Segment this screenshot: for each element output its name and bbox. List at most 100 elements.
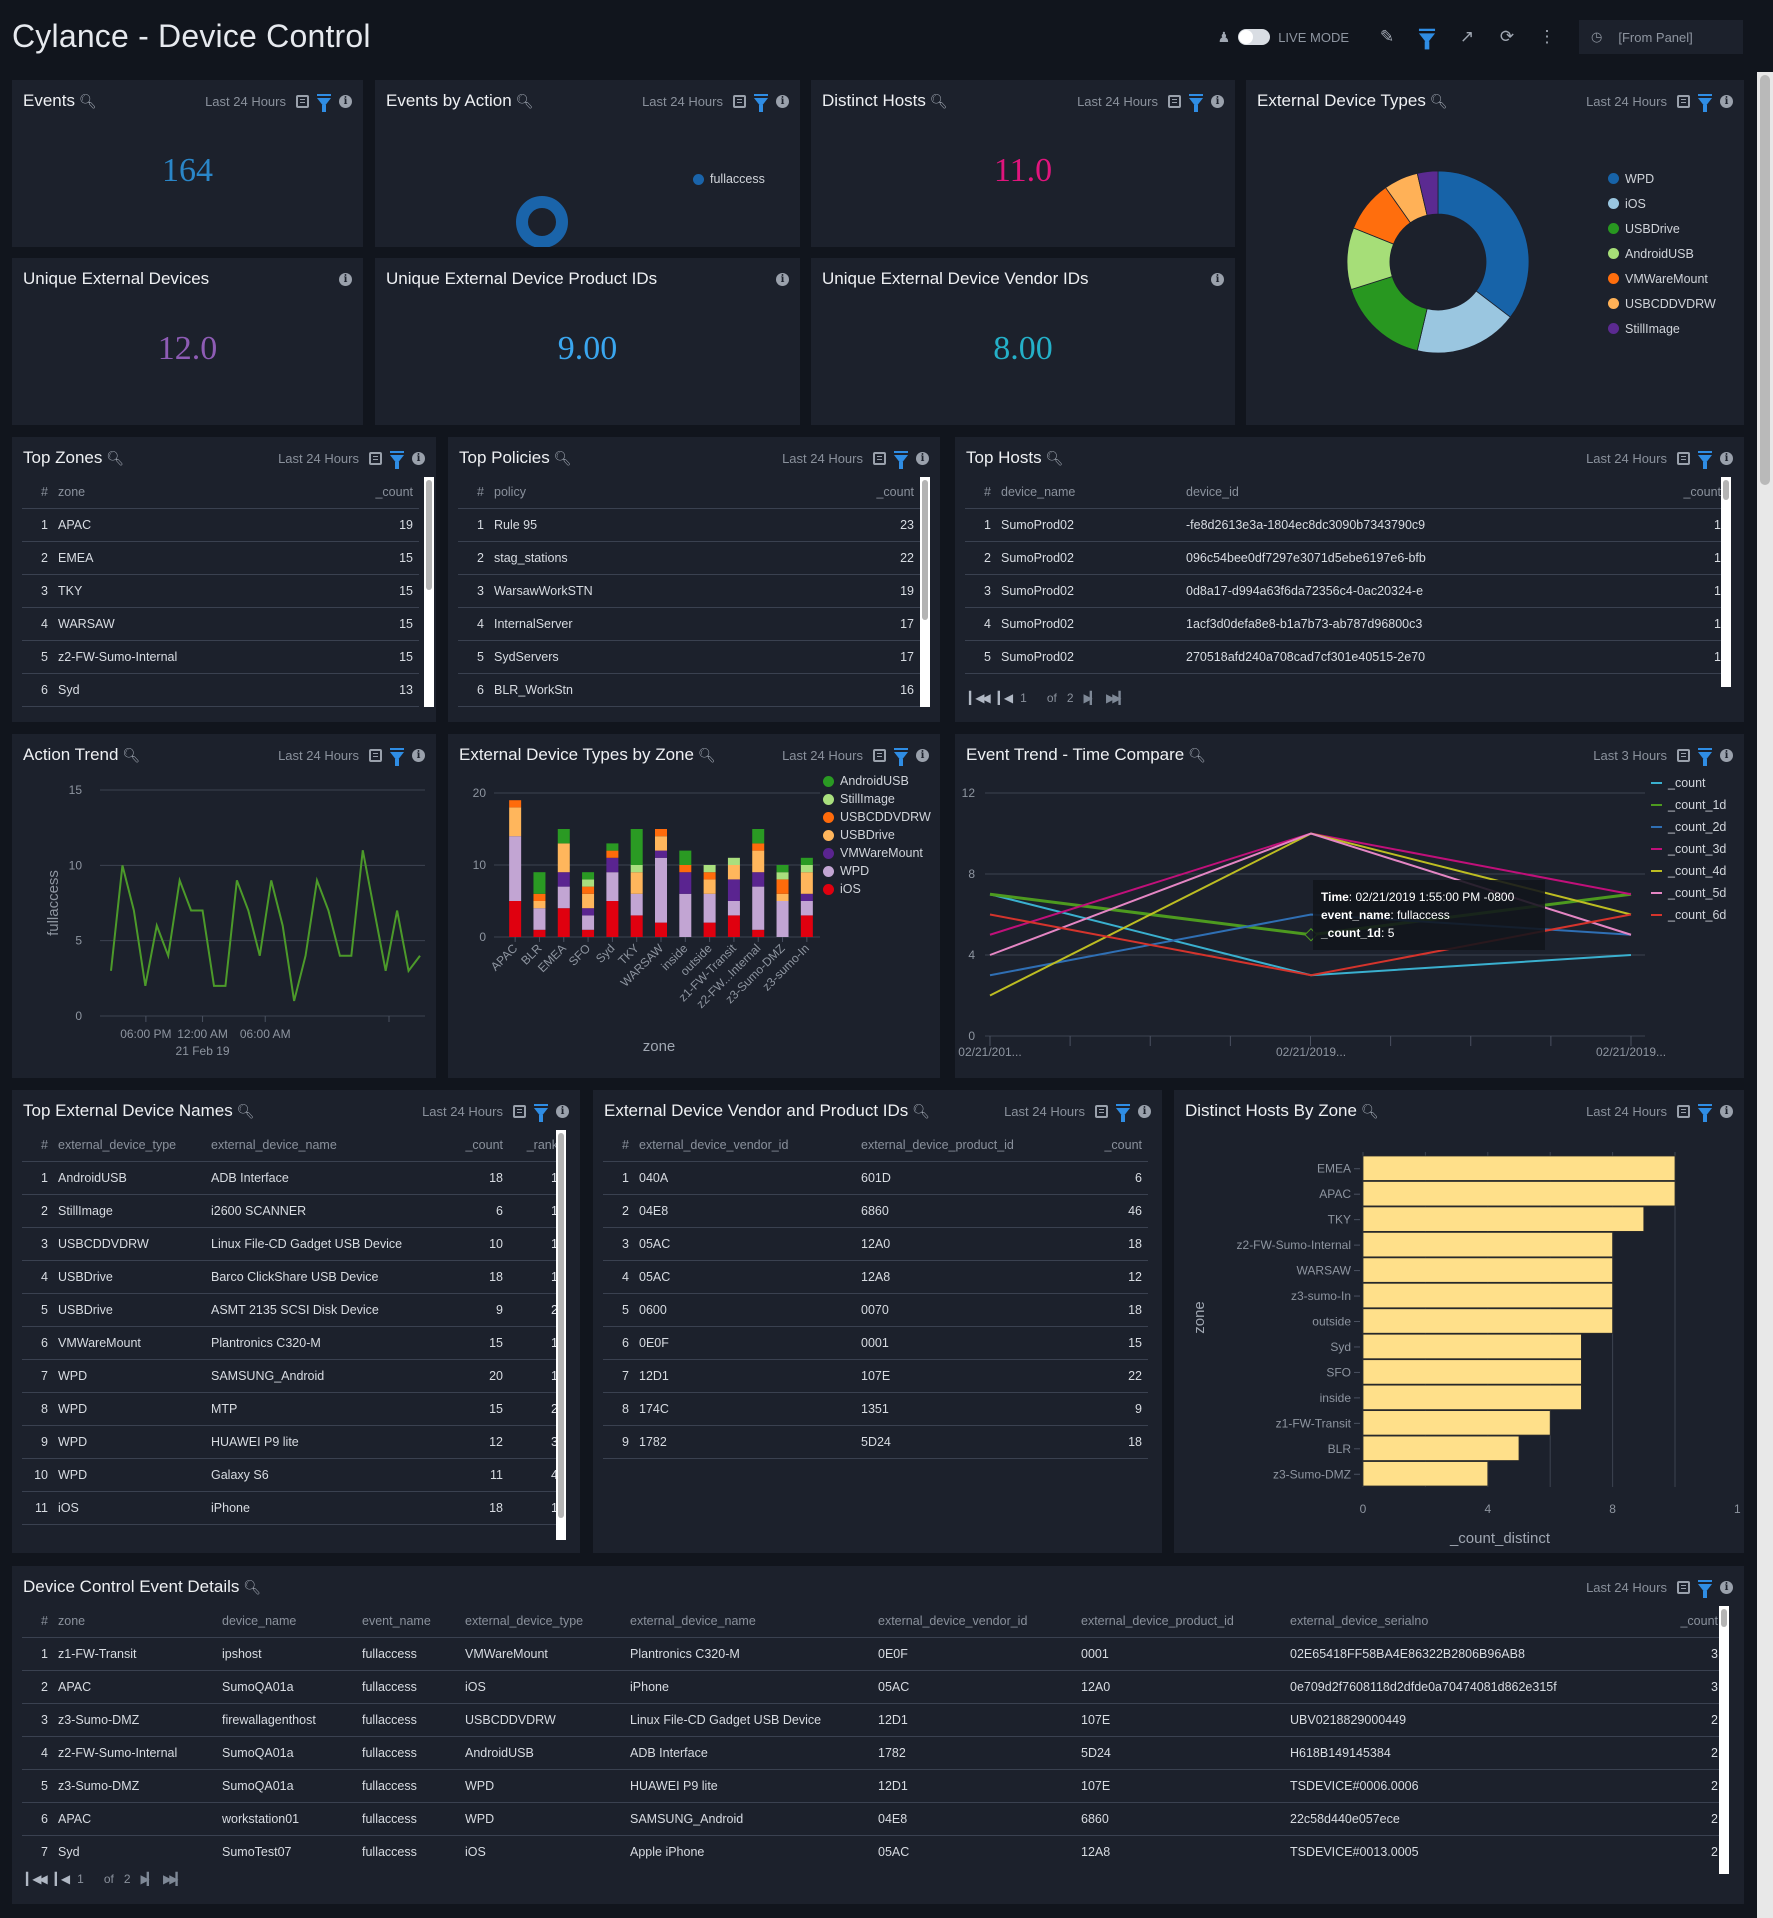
- table-row[interactable]: 1 AndroidUSB ADB Interface 18 1: [22, 1161, 564, 1195]
- edit-pencil-icon[interactable]: ✎: [1367, 20, 1407, 54]
- bar[interactable]: [1362, 1231, 1614, 1258]
- column-header[interactable]: external_device_name: [624, 1606, 872, 1638]
- bar-segment[interactable]: [606, 857, 619, 873]
- table-scrollbar-thumb[interactable]: [922, 480, 928, 620]
- bar-segment[interactable]: [655, 850, 667, 858]
- table-row[interactable]: 1 APAC 19: [22, 508, 419, 542]
- table-row[interactable]: 8 174C 1351 9: [603, 1392, 1148, 1426]
- table-row[interactable]: 5 SydServers 17: [458, 640, 920, 674]
- copy-icon[interactable]: [1677, 1580, 1690, 1594]
- filter-icon[interactable]: [317, 94, 331, 112]
- filter-icon[interactable]: [1698, 451, 1712, 469]
- column-header[interactable]: policy: [488, 477, 787, 509]
- table-scrollbar[interactable]: [1719, 1606, 1729, 1874]
- column-header[interactable]: _count: [1667, 477, 1727, 509]
- data-point[interactable]: [407, 969, 411, 973]
- column-header[interactable]: device_name: [216, 1606, 356, 1638]
- column-header[interactable]: zone: [52, 477, 319, 509]
- legend-item[interactable]: _count_3d: [1651, 838, 1726, 860]
- bar-segment[interactable]: [582, 915, 595, 930]
- search-zoom-icon[interactable]: 🔍︎: [237, 1103, 255, 1120]
- data-point[interactable]: [212, 984, 216, 988]
- legend-item[interactable]: _count: [1651, 772, 1726, 794]
- copy-icon[interactable]: [1168, 94, 1181, 108]
- live-mode-toggle[interactable]: [1238, 29, 1271, 45]
- legend-item[interactable]: USBCDDVDRW: [823, 808, 931, 826]
- bar-segment[interactable]: [606, 901, 619, 937]
- search-zoom-icon[interactable]: 🔍︎: [243, 1579, 261, 1596]
- data-point[interactable]: [120, 863, 124, 867]
- data-point[interactable]: [304, 954, 308, 958]
- column-header[interactable]: external_device_product_id: [1075, 1606, 1284, 1638]
- data-point[interactable]: [258, 954, 262, 958]
- bar[interactable]: [1362, 1333, 1582, 1360]
- bar-segment[interactable]: [776, 872, 789, 880]
- bar-segment[interactable]: [776, 901, 789, 937]
- more-options-icon[interactable]: ⋮: [1527, 20, 1567, 54]
- info-icon[interactable]: i: [1138, 1104, 1151, 1118]
- table-row[interactable]: 7 Syd SumoTest07 fullaccess iOS Apple iPhone 0…: [22, 1835, 1724, 1868]
- column-header[interactable]: device_id: [1180, 477, 1667, 509]
- table-row[interactable]: 9 WPD HUAWEI P9 lite 12 3: [22, 1425, 564, 1459]
- data-point[interactable]: [395, 909, 399, 913]
- legend-item[interactable]: _count_1d: [1651, 794, 1726, 816]
- table-row[interactable]: 4 05AC 12A8 12: [603, 1260, 1148, 1294]
- column-header[interactable]: #: [458, 477, 488, 509]
- table-row[interactable]: 3 z3-Sumo-DMZ firewallagenthost fullaccess U…: [22, 1703, 1724, 1737]
- table-row[interactable]: 6 VMWareMount Plantronics C320-M 15 1: [22, 1326, 564, 1360]
- search-zoom-icon[interactable]: 🔍︎: [554, 450, 572, 467]
- data-point[interactable]: [155, 924, 159, 928]
- current-page[interactable]: 1: [77, 1872, 84, 1886]
- data-point[interactable]: [384, 969, 388, 973]
- filter-icon[interactable]: [1698, 1580, 1712, 1598]
- copy-icon[interactable]: [369, 451, 382, 465]
- column-header[interactable]: external_device_name: [205, 1130, 439, 1162]
- data-point[interactable]: [361, 848, 365, 852]
- copy-icon[interactable]: [1095, 1104, 1108, 1118]
- table-row[interactable]: 2 04E8 6860 46: [603, 1194, 1148, 1228]
- column-header[interactable]: external_device_type: [52, 1130, 205, 1162]
- table-row[interactable]: 4 WARSAW 15: [22, 607, 419, 641]
- bar-segment[interactable]: [557, 829, 570, 844]
- filter-icon[interactable]: [754, 94, 768, 112]
- filter-funnel-icon[interactable]: [1407, 20, 1447, 54]
- column-header[interactable]: #: [22, 477, 52, 509]
- legend-item[interactable]: WPD: [1608, 166, 1716, 191]
- pie-slice[interactable]: [516, 196, 568, 247]
- bar-segment[interactable]: [606, 843, 619, 851]
- bar[interactable]: [1362, 1359, 1582, 1385]
- bar-segment[interactable]: [800, 915, 813, 937]
- filter-icon[interactable]: [1189, 94, 1203, 112]
- bar-segment[interactable]: [655, 922, 667, 937]
- table-row[interactable]: 1 Rule 95 23: [458, 508, 920, 542]
- table-scrollbar-thumb[interactable]: [1723, 480, 1729, 500]
- bar-segment[interactable]: [533, 872, 546, 894]
- column-header[interactable]: external_device_product_id: [855, 1130, 1078, 1162]
- data-point[interactable]: [292, 999, 296, 1003]
- bar-segment[interactable]: [509, 901, 522, 937]
- bar-segment[interactable]: [533, 929, 546, 937]
- info-icon[interactable]: i: [1720, 1580, 1733, 1594]
- last-page-icon[interactable]: ▶▶▎: [163, 1872, 185, 1886]
- bar[interactable]: [1362, 1410, 1551, 1436]
- bar-segment[interactable]: [800, 872, 813, 894]
- bar[interactable]: [1362, 1257, 1614, 1283]
- legend-item[interactable]: USBDrive: [1608, 216, 1716, 241]
- data-point[interactable]: [281, 924, 285, 928]
- column-header[interactable]: #: [22, 1130, 52, 1162]
- data-point[interactable]: [109, 969, 113, 973]
- bar-segment[interactable]: [557, 886, 570, 909]
- data-point[interactable]: [315, 878, 319, 882]
- table-row[interactable]: 2 StillImage i2600 SCANNER 6 1: [22, 1194, 564, 1228]
- info-icon[interactable]: i: [412, 451, 425, 465]
- live-mode-control[interactable]: ♟ LIVE MODE: [1218, 29, 1349, 46]
- bar-segment[interactable]: [509, 836, 522, 901]
- info-icon[interactable]: i: [339, 272, 352, 286]
- prev-page-icon[interactable]: ▎◀: [55, 1872, 71, 1886]
- data-point[interactable]: [166, 954, 170, 958]
- info-icon[interactable]: i: [1211, 94, 1224, 108]
- bar-segment[interactable]: [752, 872, 765, 887]
- bar[interactable]: [1362, 1384, 1582, 1411]
- info-icon[interactable]: i: [1211, 272, 1224, 286]
- legend-item[interactable]: _count_6d: [1651, 904, 1726, 926]
